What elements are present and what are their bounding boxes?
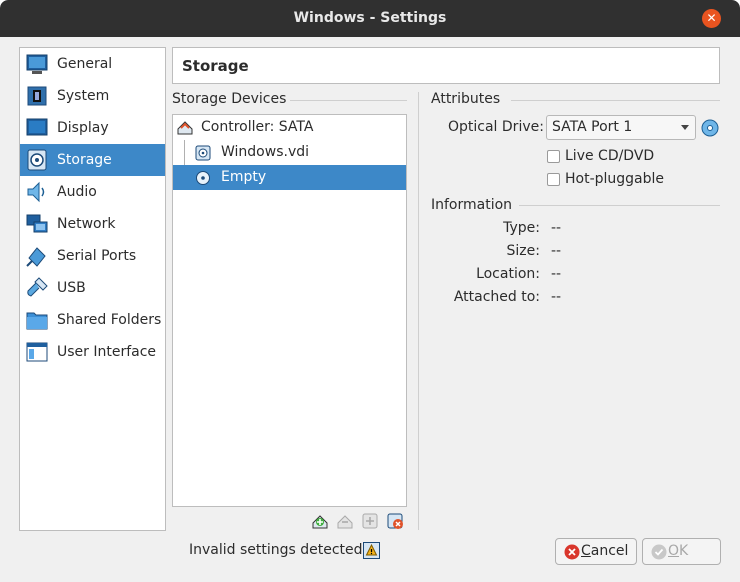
live-cd-checkbox[interactable] (547, 150, 560, 163)
serial-ports-icon (26, 247, 46, 267)
nav-label: Serial Ports (57, 248, 137, 264)
close-icon[interactable]: ✕ (702, 9, 721, 28)
ok-label: OK (668, 543, 689, 559)
nav-item-usb[interactable]: USB (20, 272, 165, 304)
location-label: Location: (476, 266, 540, 282)
warning-icon[interactable] (363, 542, 380, 559)
type-value: -- (551, 220, 562, 236)
nav-label: System (57, 88, 110, 104)
nav-label: Storage (57, 152, 112, 168)
system-icon (27, 86, 47, 106)
add-controller-icon[interactable] (311, 512, 329, 530)
attached-to-value: -- (551, 289, 562, 305)
usb-icon (27, 277, 48, 297)
nav-label: Audio (57, 184, 97, 200)
network-icon (26, 214, 48, 233)
nav-item-network[interactable]: Network (20, 208, 165, 240)
nav-label: Shared Folders (57, 312, 162, 328)
nav-label: USB (57, 280, 86, 296)
divider (290, 100, 407, 101)
attached-to-label: Attached to: (453, 289, 540, 305)
divider (519, 205, 720, 206)
attributes-label: Attributes (431, 91, 501, 107)
optical-drive-label: Optical Drive: (448, 119, 544, 135)
size-value: -- (551, 243, 562, 259)
nav-item-serial-ports[interactable]: Serial Ports (20, 240, 165, 272)
tree-item-label: Empty (221, 169, 267, 185)
settings-nav: General System Display Storage Audio Net… (19, 47, 166, 531)
audio-icon (27, 181, 45, 203)
page-header: Storage (172, 47, 720, 84)
nav-item-general[interactable]: General (20, 48, 165, 80)
ok-button[interactable]: OK (642, 538, 721, 565)
nav-item-system[interactable]: System (20, 80, 165, 112)
hot-pluggable-label[interactable]: Hot-pluggable (565, 171, 664, 187)
optical-drive-value: SATA Port 1 (552, 119, 633, 135)
general-icon (26, 54, 48, 74)
remove-controller-icon[interactable] (336, 512, 354, 530)
shared-folders-icon (26, 312, 48, 330)
size-label: Size: (506, 243, 540, 259)
cancel-button[interactable]: Cancel (555, 538, 637, 565)
storage-devices-label: Storage Devices (172, 91, 287, 107)
information-label: Information (431, 197, 513, 213)
controller-icon (177, 121, 193, 135)
storage-icon (27, 149, 47, 171)
settings-window: Windows - Settings ✕ General System Disp… (0, 0, 740, 582)
tree-item-label: Controller: SATA (201, 119, 314, 135)
chevron-down-icon (681, 125, 689, 130)
nav-item-display[interactable]: Display (20, 112, 165, 144)
nav-item-audio[interactable]: Audio (20, 176, 165, 208)
ok-icon (651, 544, 667, 560)
title-bar[interactable]: Windows - Settings ✕ (0, 0, 740, 37)
nav-item-user-interface[interactable]: User Interface (20, 336, 165, 368)
nav-label: User Interface (57, 344, 157, 360)
nav-item-storage[interactable]: Storage (20, 144, 165, 176)
nav-label: General (57, 56, 113, 72)
tree-item-optical[interactable]: Empty (173, 165, 406, 190)
storage-tree[interactable]: Controller: SATA Windows.vdi Empty (172, 114, 407, 507)
nav-item-shared-folders[interactable]: Shared Folders (20, 304, 165, 336)
hard-disk-icon (195, 145, 211, 161)
type-label: Type: (503, 220, 540, 236)
tree-item-hard-disk[interactable]: Windows.vdi (173, 140, 406, 165)
tree-item-controller[interactable]: Controller: SATA (173, 115, 406, 140)
optical-disc-icon (196, 171, 210, 185)
window-title: Windows - Settings (293, 10, 447, 26)
live-cd-label[interactable]: Live CD/DVD (565, 148, 654, 164)
choose-disk-icon[interactable] (700, 118, 720, 138)
display-icon (26, 118, 48, 136)
location-value: -- (551, 266, 562, 282)
nav-label: Network (57, 216, 116, 232)
tree-item-label: Windows.vdi (221, 144, 310, 160)
cancel-label: Cancel (581, 543, 629, 559)
remove-attachment-icon[interactable] (386, 512, 404, 530)
status-message: Invalid settings detected (189, 542, 363, 558)
divider (511, 100, 720, 101)
nav-label: Display (57, 120, 109, 136)
page-title: Storage (182, 57, 249, 75)
column-separator (418, 92, 419, 530)
hot-pluggable-checkbox[interactable] (547, 173, 560, 186)
cancel-icon (564, 544, 580, 560)
add-attachment-icon[interactable] (361, 512, 379, 530)
optical-drive-select[interactable]: SATA Port 1 (546, 115, 696, 140)
user-interface-icon (26, 342, 48, 362)
